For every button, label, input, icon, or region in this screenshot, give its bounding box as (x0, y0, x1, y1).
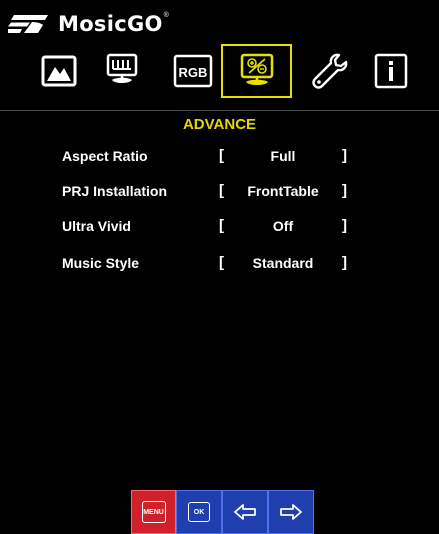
setting-value: FrontTable (247, 183, 319, 199)
arrow-left-icon (234, 504, 256, 520)
left-button[interactable] (222, 490, 268, 534)
setting-value: Off (272, 218, 294, 234)
tab-advance[interactable] (221, 44, 292, 98)
osd-screen: MosicGO ® RGB ADVANCE Aspect Ratio [Ful… (0, 0, 439, 534)
bracket-open: [ (219, 217, 224, 234)
section-title: ADVANCE (182, 116, 257, 133)
advance-icon (240, 53, 273, 85)
rgb-icon: RGB (173, 54, 213, 88)
bracket-close: ] (342, 147, 347, 164)
bracket-open: [ (219, 182, 224, 199)
tab-picture[interactable] (29, 44, 89, 98)
svg-text:RGB: RGB (179, 65, 208, 80)
brand-registered-mark: ® (163, 11, 169, 19)
brand-logo: MosicGO ® (8, 10, 169, 38)
setting-label: Aspect Ratio (62, 148, 148, 164)
tab-rgb[interactable]: RGB (163, 44, 223, 98)
menu-key-icon: MENU (141, 501, 166, 523)
right-button[interactable] (268, 490, 314, 534)
setting-value: Full (270, 148, 296, 164)
control-bar: MENU OK (131, 490, 314, 534)
setting-label: PRJ Installation (62, 183, 168, 199)
arrow-right-icon (280, 504, 302, 520)
setting-row-aspect-ratio[interactable]: Aspect Ratio [ Full ] (0, 146, 439, 168)
setting-label: Ultra Vivid (62, 218, 131, 234)
ok-key-icon: OK (188, 502, 210, 522)
picture-icon (41, 55, 77, 87)
header: MosicGO ® RGB (0, 0, 439, 111)
ok-button[interactable]: OK (176, 490, 222, 534)
tab-display[interactable] (92, 44, 152, 98)
setting-label: Music Style (62, 255, 140, 271)
bracket-open: [ (219, 254, 224, 271)
setting-value: Standard (252, 255, 314, 271)
bracket-close: ] (342, 217, 347, 234)
brand-mark-icon (8, 15, 48, 33)
setting-row-ultra-vivid[interactable]: Ultra Vivid [ Off ] (0, 216, 439, 238)
setting-row-prj-installation[interactable]: PRJ Installation [ FrontTable ] (0, 181, 439, 203)
tab-settings[interactable] (299, 44, 359, 98)
display-icon (106, 53, 138, 83)
brand-name: MosicGO (58, 12, 163, 36)
bracket-open: [ (219, 147, 224, 164)
bracket-close: ] (342, 254, 347, 271)
wrench-icon (312, 53, 348, 89)
bracket-close: ] (342, 182, 347, 199)
info-icon (374, 53, 408, 89)
tab-info[interactable] (361, 44, 421, 98)
setting-row-music-style[interactable]: Music Style [ Standard ] (0, 253, 439, 275)
menu-tabs: RGB (29, 44, 419, 98)
menu-button[interactable]: MENU (131, 490, 176, 534)
